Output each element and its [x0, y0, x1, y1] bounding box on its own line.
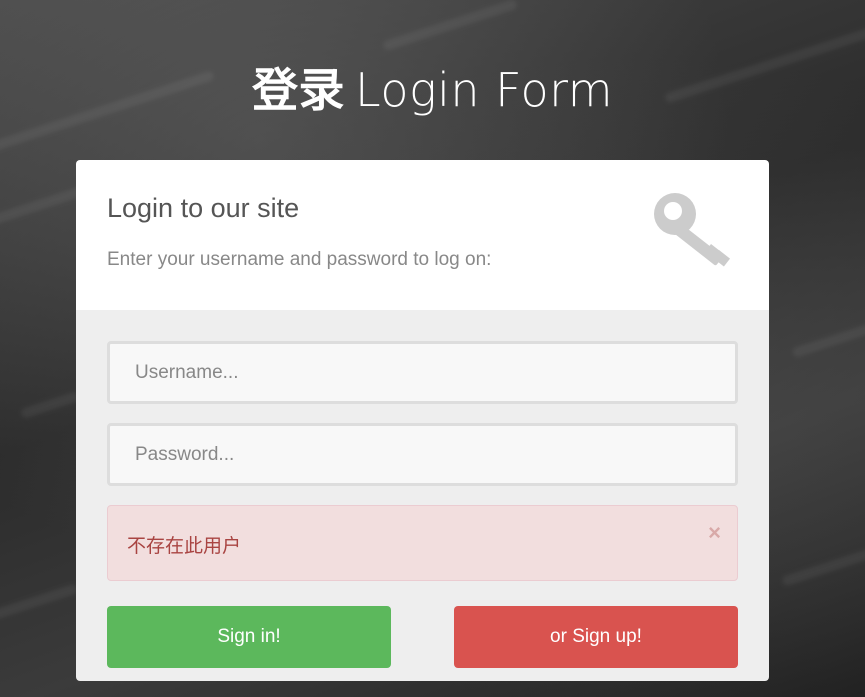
page-title: 登录 Login Form — [0, 61, 865, 119]
error-alert: 不存在此用户 × — [107, 505, 738, 581]
password-input[interactable] — [107, 423, 738, 486]
login-form: 不存在此用户 × Sign in! or Sign up! — [76, 310, 769, 681]
card-subheading: Enter your username and password to log … — [107, 249, 492, 270]
card-heading: Login to our site — [107, 193, 300, 223]
sign-up-button[interactable]: or Sign up! — [454, 606, 738, 668]
username-input[interactable] — [107, 341, 738, 404]
page-title-chinese: 登录 — [252, 62, 345, 117]
login-card-header: Login to our site Enter your username an… — [76, 160, 769, 310]
close-icon[interactable]: × — [708, 522, 721, 544]
login-card: Login to our site Enter your username an… — [76, 160, 769, 681]
key-icon — [654, 193, 731, 267]
sign-in-button[interactable]: Sign in! — [107, 606, 391, 668]
page-title-english: Login Form — [355, 62, 613, 117]
error-message: 不存在此用户 — [127, 535, 242, 557]
